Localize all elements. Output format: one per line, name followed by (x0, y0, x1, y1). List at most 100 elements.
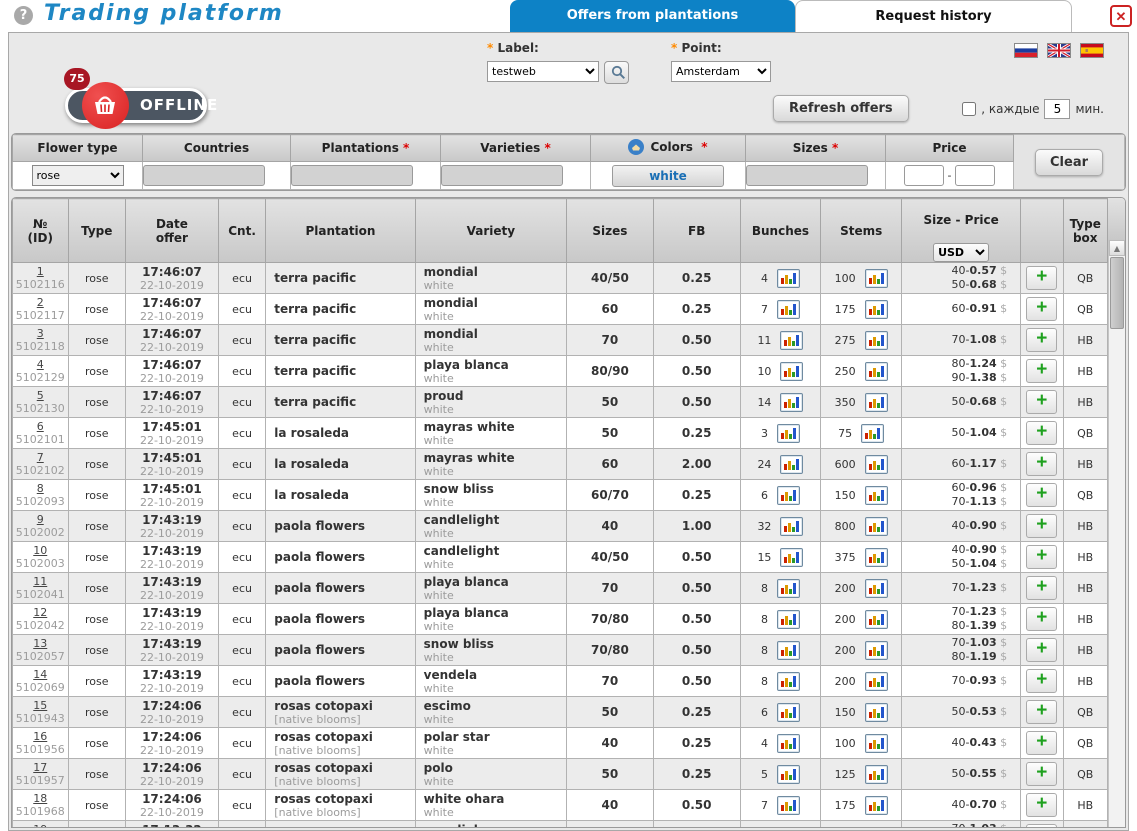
connection-status-pill[interactable]: 75 OFFLINE (65, 88, 207, 123)
row-number-link[interactable]: 5 (37, 389, 44, 402)
scroll-up-icon[interactable]: ▲ (1109, 240, 1125, 256)
help-icon[interactable]: ? (14, 6, 33, 25)
tab-offers-from-plantations[interactable]: Offers from plantations (510, 0, 795, 32)
row-number-link[interactable]: 4 (37, 358, 44, 371)
row-number-link[interactable]: 13 (33, 637, 47, 650)
stems-chart-button[interactable] (865, 455, 888, 474)
row-number-link[interactable]: 8 (37, 482, 44, 495)
stems-chart-button[interactable] (865, 765, 888, 784)
row-number-link[interactable]: 15 (33, 699, 47, 712)
search-button[interactable] (604, 61, 629, 84)
stems-chart-button[interactable] (865, 548, 888, 567)
add-to-cart-button[interactable]: + (1026, 793, 1057, 817)
cart-button[interactable]: 75 (82, 82, 129, 129)
stems-chart-button[interactable] (865, 827, 888, 829)
add-to-cart-button[interactable]: + (1026, 762, 1057, 786)
row-number-link[interactable]: 3 (37, 327, 44, 340)
bunches-chart-button[interactable] (777, 610, 800, 629)
row-number-link[interactable]: 6 (37, 420, 44, 433)
vertical-scrollbar[interactable]: ▲ (1108, 240, 1125, 827)
bunches-chart-button[interactable] (780, 455, 803, 474)
bunches-chart-button[interactable] (780, 362, 803, 381)
refresh-offers-button[interactable]: Refresh offers (773, 95, 909, 122)
add-to-cart-button[interactable]: + (1026, 483, 1057, 507)
add-to-cart-button[interactable]: + (1026, 359, 1057, 383)
stems-chart-button[interactable] (865, 269, 888, 288)
row-number-link[interactable]: 7 (37, 451, 44, 464)
close-button[interactable]: ✕ (1110, 5, 1132, 27)
stems-chart-button[interactable] (865, 672, 888, 691)
stems-chart-button[interactable] (865, 362, 888, 381)
bunches-chart-button[interactable] (777, 796, 800, 815)
bunches-chart-button[interactable] (777, 300, 800, 319)
add-to-cart-button[interactable]: + (1026, 266, 1057, 290)
bunches-chart-button[interactable] (777, 641, 800, 660)
row-number-link[interactable]: 17 (33, 761, 47, 774)
flower-type-select[interactable]: rose (32, 165, 124, 186)
bunches-chart-button[interactable] (780, 331, 803, 350)
bunches-chart-button[interactable] (777, 579, 800, 598)
stems-chart-button[interactable] (865, 610, 888, 629)
add-to-cart-button[interactable]: + (1026, 545, 1057, 569)
stems-chart-button[interactable] (865, 331, 888, 350)
row-number-link[interactable]: 16 (33, 730, 47, 743)
row-number-link[interactable]: 9 (37, 513, 44, 526)
stems-chart-button[interactable] (865, 796, 888, 815)
point-select[interactable]: Amsterdam (671, 61, 771, 82)
row-number-link[interactable]: 10 (33, 544, 47, 557)
language-russian-button[interactable] (1014, 43, 1038, 58)
stems-chart-button[interactable] (865, 641, 888, 660)
label-select[interactable]: testweb (487, 61, 599, 82)
currency-select[interactable]: USD (933, 243, 989, 262)
add-to-cart-button[interactable]: + (1026, 452, 1057, 476)
countries-input[interactable] (143, 165, 265, 186)
auto-refresh-minutes-input[interactable] (1044, 99, 1070, 119)
tab-request-history[interactable]: Request history (795, 0, 1072, 32)
add-to-cart-button[interactable]: + (1026, 514, 1057, 538)
sizes-input[interactable] (746, 165, 868, 186)
stems-chart-button[interactable] (865, 393, 888, 412)
language-spanish-button[interactable] (1080, 43, 1104, 58)
plantations-input[interactable] (291, 165, 413, 186)
bunches-chart-button[interactable] (777, 734, 800, 753)
stems-chart-button[interactable] (865, 300, 888, 319)
row-number-link[interactable]: 18 (33, 792, 47, 805)
scrollbar-thumb[interactable] (1110, 257, 1124, 329)
add-to-cart-button[interactable]: + (1026, 607, 1057, 631)
stems-chart-button[interactable] (865, 734, 888, 753)
row-number-link[interactable]: 19 (33, 823, 47, 828)
add-to-cart-button[interactable]: + (1026, 669, 1057, 693)
row-number-link[interactable]: 2 (37, 296, 44, 309)
colors-value-button[interactable]: white (612, 165, 724, 187)
bunches-chart-button[interactable] (777, 424, 800, 443)
row-number-link[interactable]: 1 (37, 265, 44, 278)
add-to-cart-button[interactable]: + (1026, 297, 1057, 321)
stems-chart-button[interactable] (865, 703, 888, 722)
add-to-cart-button[interactable]: + (1026, 421, 1057, 445)
price-to-input[interactable] (955, 165, 995, 186)
add-to-cart-button[interactable]: + (1026, 390, 1057, 414)
add-to-cart-button[interactable]: + (1026, 576, 1057, 600)
row-number-link[interactable]: 11 (33, 575, 47, 588)
bunches-chart-button[interactable] (777, 672, 800, 691)
add-to-cart-button[interactable]: + (1026, 638, 1057, 662)
add-to-cart-button[interactable]: + (1026, 700, 1057, 724)
price-from-input[interactable] (904, 165, 944, 186)
bunches-chart-button[interactable] (780, 393, 803, 412)
bunches-chart-button[interactable] (777, 486, 800, 505)
stems-chart-button[interactable] (861, 424, 884, 443)
add-to-cart-button[interactable]: + (1026, 328, 1057, 352)
bunches-chart-button[interactable] (780, 548, 803, 567)
auto-refresh-checkbox[interactable] (962, 102, 976, 116)
language-english-button[interactable] (1047, 43, 1071, 58)
bunches-chart-button[interactable] (777, 765, 800, 784)
stems-chart-button[interactable] (865, 486, 888, 505)
stems-chart-button[interactable] (865, 517, 888, 536)
row-number-link[interactable]: 12 (33, 606, 47, 619)
varieties-input[interactable] (441, 165, 563, 186)
bunches-chart-button[interactable] (777, 269, 800, 288)
add-to-cart-button[interactable]: + (1026, 824, 1057, 828)
row-number-link[interactable]: 14 (33, 668, 47, 681)
clear-filters-button[interactable]: Clear (1035, 149, 1103, 176)
bunches-chart-button[interactable] (780, 827, 803, 829)
